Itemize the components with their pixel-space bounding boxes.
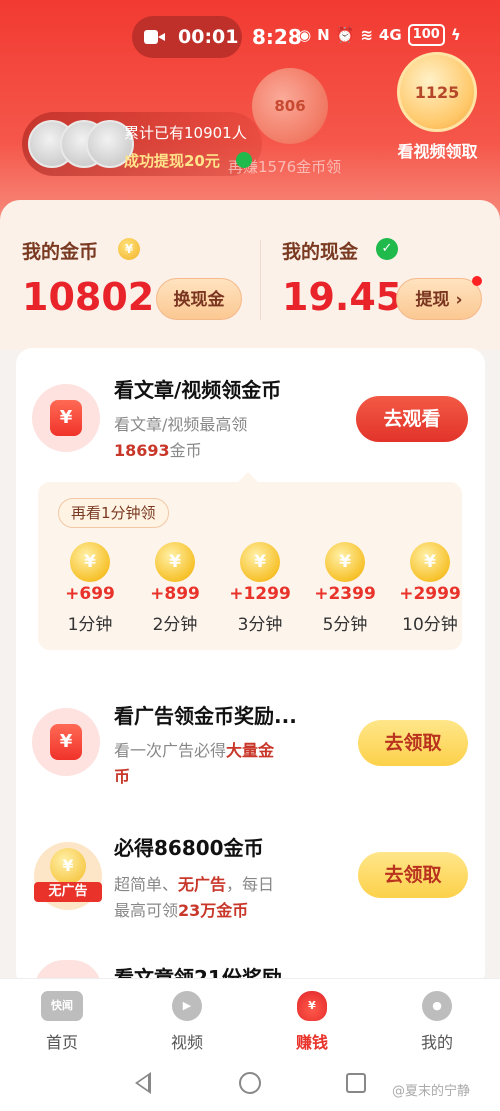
network-label: 4G [378,26,402,44]
coin-box-icon: ¥ [32,708,100,776]
cash-label: 我的现金 [282,241,359,263]
reward-item: ¥ +699 1分钟 [50,542,130,635]
coin-bubble-video[interactable]: 1125 [397,52,477,132]
coin-icon: ¥ [155,542,195,582]
nav-home[interactable]: 快闻 首页 [12,979,112,1053]
home-icon[interactable] [239,1072,261,1094]
coin-icon: ¥ [118,238,140,260]
cash-value: 19.45 [282,275,403,319]
wifi-icon: ≋ [360,26,373,44]
status-clock: 8:28 [252,25,302,49]
notification-dot [472,276,482,286]
battery-icon: 100 [407,24,445,46]
charging-icon: ϟ [450,26,461,44]
coin-box-icon: ¥ [32,384,100,452]
reward-tag: 再看1分钟领 [58,498,169,528]
wechat-icon: ✓ [376,238,398,260]
task-sub-guaranteed: 超简单、无广告，每日 最高可领23万金币 [114,875,275,920]
nav-me[interactable]: ● 我的 [387,979,487,1053]
wallet-divider [260,240,261,320]
cumulative-count: 累计已有10901人 [124,124,247,142]
nfc-icon: N [317,26,330,44]
coins-label: 我的金币 [22,241,99,263]
reward-item: ¥ +2399 5分钟 [305,542,385,635]
reward-item: ¥ +899 2分钟 [135,542,215,635]
cumulative-withdraw: 成功提现20元 [124,152,220,170]
coin-icon: ¥ [325,542,365,582]
gift-coin-icon: ¥ 无广告 [34,842,102,910]
coin-icon: ¥ [240,542,280,582]
go-watch-button[interactable]: 去观看 [356,396,468,442]
task-title-watch: 看文章/视频领金币 [114,378,282,402]
coin-bubble-video-label[interactable]: 看视频领取 [385,138,490,162]
status-icons: ◉ N ⏰ ≋ 4G 100 ϟ [298,24,461,46]
money-bag-icon: ¥ [297,991,327,1021]
claim-ad-button[interactable]: 去领取 [358,720,468,766]
user-icon: ● [422,991,452,1021]
no-ad-badge: 无广告 [34,882,102,902]
eye-icon: ◉ [298,26,312,44]
claim-guaranteed-button[interactable]: 去领取 [358,852,468,898]
watermark: @夏末的宁静 [392,1084,471,1099]
news-icon: 快闻 [41,991,83,1021]
reward-item: ¥ +2999 10分钟 [390,542,470,635]
coin-icon: ¥ [410,542,450,582]
nav-video[interactable]: ▶ 视频 [137,979,237,1053]
task-sub-watch: 看文章/视频最高领 18693金币 [114,415,248,460]
reward-item: ¥ +1299 3分钟 [220,542,300,635]
back-icon[interactable] [135,1072,151,1094]
screen-record-pill[interactable]: 00:01 [132,16,242,58]
alarm-icon: ⏰ [335,26,355,44]
coins-value: 10802 [22,275,155,319]
record-time: 00:01 [178,26,239,48]
task-title-guaranteed: 必得86800金币 [114,836,264,860]
exchange-cash-button[interactable]: 换现金 [156,278,242,320]
withdraw-button[interactable]: 提现 › [396,278,482,320]
nav-earn[interactable]: ¥ 赚钱 [262,979,362,1053]
coin-bubble-small[interactable]: 806 [252,68,328,144]
camera-icon [144,30,166,44]
play-icon: ▶ [172,991,202,1021]
wechat-dot-icon [236,152,252,168]
bottom-nav: 快闻 首页 ▶ 视频 ¥ 赚钱 ● 我的 [0,978,500,1060]
recents-icon[interactable] [346,1073,366,1093]
coin-icon: ¥ [70,542,110,582]
task-title-ad: 看广告领金币奖励... [114,704,297,728]
task-sub-ad: 看一次广告必得大量金 币 [114,741,275,786]
